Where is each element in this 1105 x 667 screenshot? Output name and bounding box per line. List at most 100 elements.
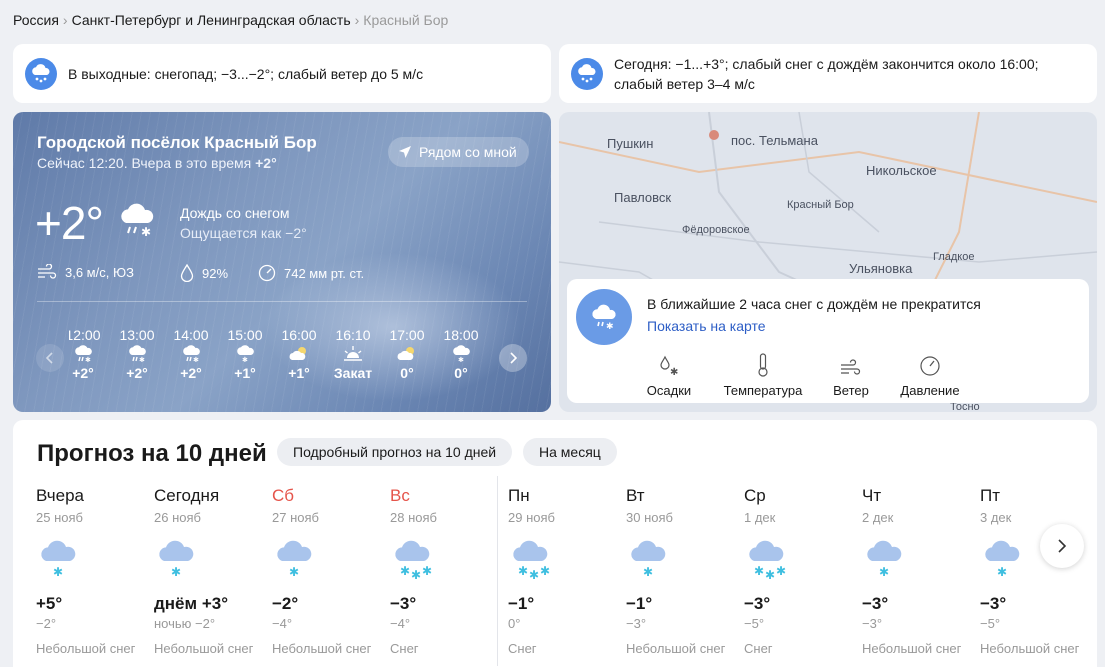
snow-icon: ✱ <box>862 527 977 585</box>
svg-text:✱: ✱ <box>139 356 145 363</box>
breadcrumb-separator: › <box>354 12 360 28</box>
pressure-layer-button[interactable]: Давление <box>895 349 965 398</box>
day-condition: Небольшой снег <box>626 641 726 656</box>
breadcrumb-region[interactable]: Санкт-Петербург и Ленинградская область <box>72 12 351 28</box>
svg-text:✱: ✱ <box>422 564 432 578</box>
forecast-title: Прогноз на 10 дней <box>37 440 267 467</box>
hourly-prev-button[interactable] <box>36 344 64 372</box>
forecast-day[interactable]: Вс 28 нояб ✱ ✱ ✱ −3° −4° Снег <box>390 486 505 656</box>
hour-time: 16:10 <box>335 327 371 343</box>
thermometer-icon <box>758 353 768 377</box>
day-name: Пт <box>980 486 1001 505</box>
current-temperature: +2° <box>35 197 104 249</box>
hour-temp: +2° <box>126 365 148 381</box>
hourly-item: 15:00 ✱ +1° <box>218 327 272 381</box>
forecast-day[interactable]: Пн 29 нояб ✱ ✱ ✱ −1° 0° Снег <box>508 486 623 656</box>
hour-time: 18:00 <box>443 327 479 343</box>
hourly-item: 16:00 +1° <box>272 327 326 381</box>
forecast-day[interactable]: Сегодня 26 нояб ✱ днём +3° ночью −2° Неб… <box>154 486 269 656</box>
night-temp: −3° <box>626 616 647 631</box>
night-temp: −3° <box>862 616 883 631</box>
day-name: Сегодня <box>154 486 220 505</box>
near-me-label: Рядом со мной <box>419 144 517 160</box>
chevron-right-icon <box>510 352 518 364</box>
location-arrow-icon <box>399 146 411 158</box>
svg-text:✱: ✱ <box>53 565 63 579</box>
map-label: пос. Тельмана <box>731 133 818 148</box>
breadcrumb: Россия › Санкт-Петербург и Ленинградская о… <box>13 12 448 28</box>
hour-temp: +2° <box>72 365 94 381</box>
rain-snow-icon: ✱ <box>110 343 164 365</box>
svg-text:✱: ✱ <box>606 322 614 331</box>
snow-alert-icon <box>571 57 603 90</box>
snow-icon: ✱ <box>36 527 151 585</box>
nowcast-panel: ✱ В ближайшие 2 часа снег с дождём не пр… <box>567 279 1089 403</box>
hourly-item: 18:00 ✱ 0° <box>434 327 488 381</box>
forecast-day[interactable]: Вт 30 нояб ✱ −1° −3° Небольшой снег <box>626 486 741 656</box>
forecast-day[interactable]: Ср 1 дек ✱ ✱ ✱ −3° −5° Снег <box>744 486 859 656</box>
hour-temp: +2° <box>180 365 202 381</box>
pressure-info: 742 мм рт. ст. <box>258 264 364 282</box>
day-temp: −2° <box>272 594 299 613</box>
day-temp: −3° <box>390 594 417 613</box>
snow-heavy-icon: ✱ ✱ ✱ <box>390 527 505 585</box>
day-temp: −3° <box>862 594 889 613</box>
hourly-item: 17:00 0° <box>380 327 434 381</box>
today-alert-line: Сегодня: −1...+3°; слабый снег с дождём … <box>614 55 1039 72</box>
day-temp: днём +3° <box>154 594 228 613</box>
day-date: 30 нояб <box>626 510 673 525</box>
detailed-forecast-button[interactable]: Подробный прогноз на 10 дней <box>277 438 513 466</box>
svg-text:✱: ✱ <box>85 356 91 363</box>
day-name: Сб <box>272 486 295 505</box>
today-alert-card[interactable]: Сегодня: −1...+3°; слабый снег с дождём … <box>559 44 1097 103</box>
month-forecast-button[interactable]: На месяц <box>523 438 617 466</box>
night-temp: 0° <box>508 616 521 631</box>
wind-layer-button[interactable]: Ветер <box>829 349 873 398</box>
night-temp: −2° <box>36 616 57 631</box>
temperature-label: Температура <box>723 383 803 398</box>
snow-heavy-icon: ✱ ✱ ✱ <box>508 527 623 585</box>
feels-like-text: Ощущается как −2° <box>180 225 307 241</box>
hourly-item: 16:10 Закат <box>326 327 380 381</box>
map-label: Пушкин <box>607 136 654 151</box>
day-condition: Небольшой снег <box>862 641 962 656</box>
day-date: 26 нояб <box>154 510 201 525</box>
breadcrumb-country[interactable]: Россия <box>13 12 59 28</box>
forecast-day[interactable]: Чт 2 дек ✱ −3° −3° Небольшой снег <box>862 486 977 656</box>
precipitation-layer-button[interactable]: ✱ Осадки <box>643 349 695 398</box>
snow-icon: ✱ <box>154 527 269 585</box>
snow-alert-icon <box>25 57 57 90</box>
temperature-layer-button[interactable]: Температура <box>719 349 807 398</box>
day-name: Вт <box>626 486 645 505</box>
precipitation-label: Осадки <box>646 383 692 398</box>
day-temp: −3° <box>744 594 771 613</box>
day-condition: Небольшой снег <box>154 641 254 656</box>
weekend-alert-card[interactable]: В выходные: снегопад; −3...−2°; слабый в… <box>13 44 551 103</box>
forecast-next-button[interactable] <box>1040 524 1084 568</box>
gauge-icon <box>258 264 276 282</box>
weekend-alert-text: В выходные: снегопад; −3...−2°; слабый в… <box>68 65 424 82</box>
forecast-day[interactable]: Вчера 25 нояб ✱ +5° −2° Небольшой снег <box>36 486 151 656</box>
chevron-right-icon <box>1058 539 1067 553</box>
day-date: 29 нояб <box>508 510 555 525</box>
hour-temp: 0° <box>454 365 468 381</box>
night-temp: −4° <box>390 616 411 631</box>
day-temp: −3° <box>980 594 1007 613</box>
hourly-next-button[interactable] <box>499 344 527 372</box>
hour-time: 17:00 <box>389 327 425 343</box>
map-label: Красный Бор <box>787 199 854 211</box>
condition-text: Дождь со снегом <box>180 205 290 221</box>
svg-text:✱: ✱ <box>193 356 199 363</box>
current-weather-card: Городской посёлок Красный Бор Сейчас 12:… <box>13 112 551 412</box>
show-on-map-link[interactable]: Показать на карте <box>647 318 766 334</box>
near-me-button[interactable]: Рядом со мной <box>388 137 529 167</box>
today-alert-line: слабый ветер 3–4 м/с <box>614 75 755 92</box>
partly-cloudy-icon <box>380 343 434 365</box>
humidity-value: 92% <box>202 265 229 281</box>
precipitation-map[interactable]: Пушкин пос. Тельмана Никольское Павловск… <box>559 112 1097 412</box>
svg-text:✱: ✱ <box>171 565 181 579</box>
day-date: 2 дек <box>862 510 894 525</box>
forecast-day[interactable]: Пт 3 дек ✱ −3° −5° Небольшой снег <box>980 486 1095 656</box>
svg-text:✱: ✱ <box>289 565 299 579</box>
forecast-day[interactable]: Сб 27 нояб ✱ −2° −4° Небольшой снег <box>272 486 387 656</box>
